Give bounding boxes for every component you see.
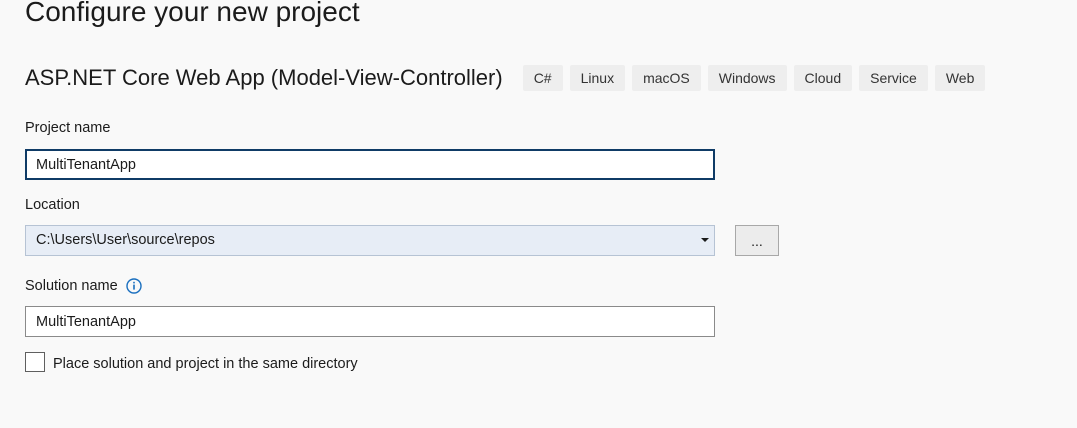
tag-linux: Linux	[569, 65, 626, 91]
tag-cloud: Cloud	[793, 65, 853, 91]
template-name: ASP.NET Core Web App (Model-View-Control…	[25, 65, 503, 90]
tag-macos: macOS	[632, 65, 701, 91]
project-name-input[interactable]	[25, 149, 715, 180]
configure-project-page: Configure your new project ASP.NET Core …	[0, 0, 1077, 428]
tag-web: Web	[934, 65, 986, 91]
info-icon[interactable]	[126, 278, 142, 294]
solution-name-input[interactable]	[25, 306, 715, 337]
location-label-text: Location	[25, 197, 80, 213]
location-label: Location	[25, 196, 80, 214]
tag-service: Service	[859, 65, 928, 91]
browse-location-button[interactable]: ...	[735, 225, 779, 256]
dropdown-arrow-icon[interactable]	[701, 238, 709, 242]
solution-name-label-text: Solution name	[25, 278, 118, 294]
location-combobox[interactable]: C:\Users\User\source\repos	[25, 225, 715, 256]
template-header: ASP.NET Core Web App (Model-View-Control…	[25, 62, 992, 94]
project-name-label: Project name	[25, 119, 110, 137]
location-value: C:\Users\User\source\repos	[36, 232, 215, 248]
tag-csharp: C#	[522, 65, 563, 91]
project-name-label-text: Project name	[25, 120, 111, 136]
same-directory-label[interactable]: Place solution and project in the same d…	[53, 354, 358, 374]
same-directory-checkbox[interactable]	[25, 352, 45, 372]
tag-windows: Windows	[707, 65, 787, 91]
page-title: Configure your new project	[25, 0, 360, 27]
same-directory-option[interactable]: Place solution and project in the same d…	[25, 352, 358, 372]
solution-name-label: Solution name	[25, 277, 142, 295]
